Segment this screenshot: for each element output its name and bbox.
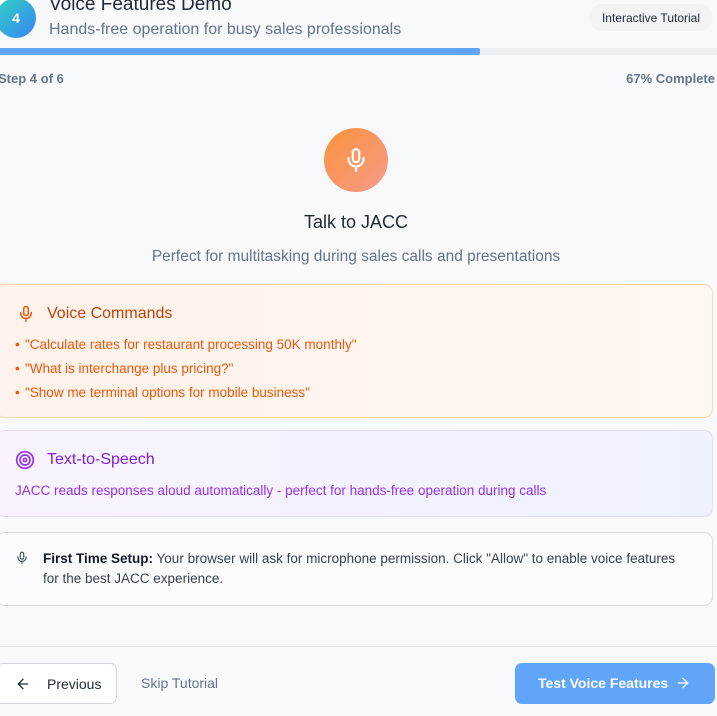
page-title: Voice Features Demo	[49, 0, 232, 15]
page-subtitle: Hands-free operation for busy sales prof…	[49, 21, 402, 38]
interactive-tutorial-badge: Interactive Tutorial	[588, 4, 713, 31]
list-item: • "What is interchange plus pricing?"	[15, 361, 234, 376]
target-icon	[15, 450, 35, 470]
test-voice-features-label: Test Voice Features	[538, 675, 669, 691]
progress-bar-fill	[0, 48, 481, 55]
list-item: • "Show me terminal options for mobile bu…	[15, 385, 310, 400]
skip-tutorial-button[interactable]: Skip Tutorial	[141, 675, 218, 691]
text-to-speech-title: Text-to-Speech	[47, 451, 155, 468]
microphone-icon	[347, 148, 365, 172]
step-counter: Step 4 of 6	[0, 71, 64, 86]
progress-bar	[0, 48, 717, 55]
setup-note-text: First Time Setup: Your browser will ask …	[43, 549, 683, 589]
percent-complete: 67% Complete	[626, 71, 715, 86]
arrow-left-icon	[17, 678, 29, 690]
setup-note-label: First Time Setup:	[43, 551, 154, 566]
voice-commands-list: • "Calculate rates for restaurant process…	[15, 337, 357, 409]
voice-commands-title: Voice Commands	[47, 305, 173, 322]
text-to-speech-card: Text-to-Speech JACC reads responses alou…	[0, 430, 713, 517]
hero-microphone-badge	[324, 128, 388, 192]
microphone-icon	[17, 551, 27, 565]
step-number-badge: 4	[0, 0, 36, 38]
hero-title: Talk to JACC	[303, 212, 409, 232]
voice-commands-card: Voice Commands • "Calculate rates for res…	[0, 284, 713, 418]
previous-button[interactable]: Previous	[0, 663, 117, 704]
text-to-speech-description: JACC reads responses aloud automatically…	[15, 483, 547, 498]
previous-button-label: Previous	[47, 676, 102, 692]
setup-note: First Time Setup: Your browser will ask …	[0, 532, 713, 606]
list-item: • "Calculate rates for restaurant process…	[15, 337, 357, 352]
hero-subtitle: Perfect for multitasking during sales ca…	[151, 248, 561, 265]
footer-divider	[0, 646, 717, 647]
arrow-right-icon	[677, 677, 689, 689]
test-voice-features-button[interactable]: Test Voice Features	[515, 663, 715, 704]
microphone-icon	[20, 305, 32, 323]
